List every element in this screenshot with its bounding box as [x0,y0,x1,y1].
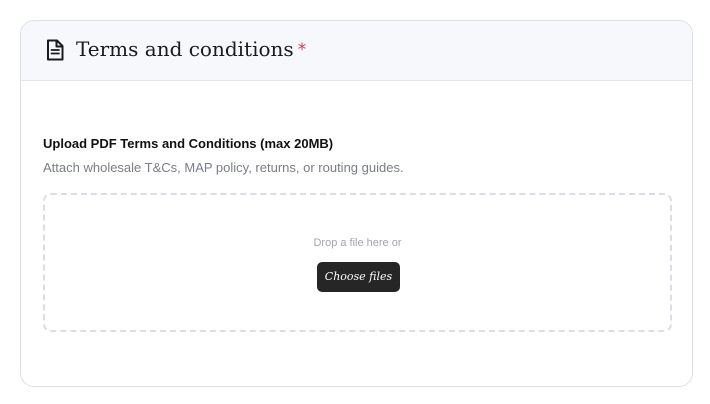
upload-help-text: Attach wholesale T&Cs, MAP policy, retur… [43,160,404,175]
section-title-text: Terms and conditions [76,37,294,61]
dropzone-text: Drop a file here or [313,237,402,249]
required-marker: * [297,40,307,60]
upload-label: Upload PDF Terms and Conditions (max 20M… [43,136,334,151]
file-dropzone[interactable]: Drop a file here or Choose files [43,193,672,332]
choose-files-button[interactable]: Choose files [317,262,400,292]
document-icon [47,39,64,61]
card-header: Terms and conditions * [21,21,692,81]
section-title: Terms and conditions * [76,35,306,64]
terms-card: Terms and conditions * Upload PDF Terms a… [20,20,693,387]
